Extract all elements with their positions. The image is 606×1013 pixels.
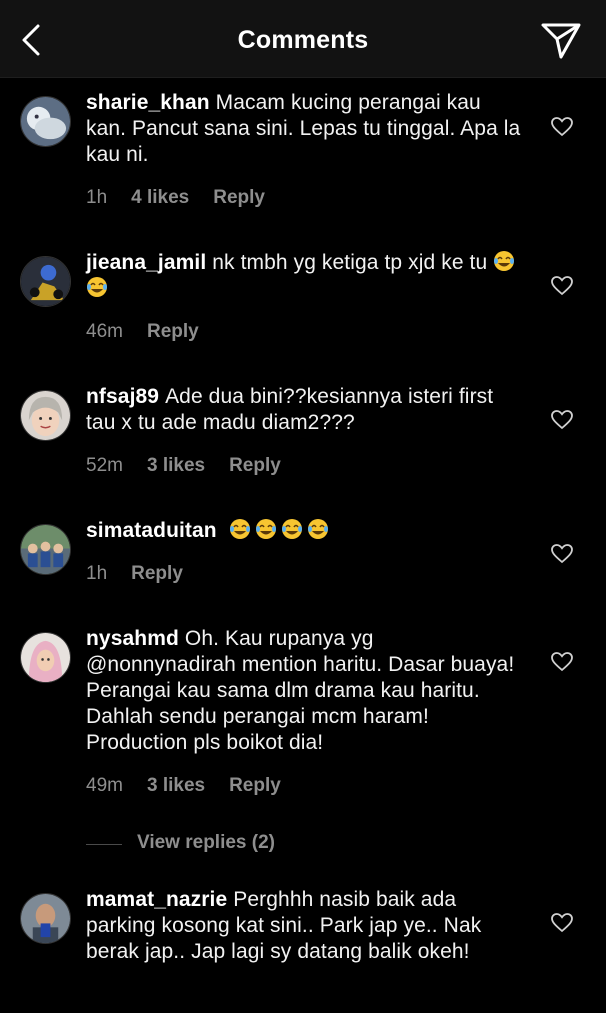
face-with-tears-of-joy-icon: [307, 519, 328, 539]
avatar[interactable]: [20, 524, 71, 575]
comment-meta: 49m 3 likes Reply: [86, 775, 305, 797]
face-with-tears-of-joy-icon: [494, 251, 515, 271]
timestamp: 49m: [86, 775, 123, 796]
page-title: Comments: [237, 26, 369, 54]
replies-divider: [86, 844, 122, 845]
reply-button[interactable]: Reply: [147, 321, 199, 342]
face-with-tears-of-joy-icon: [87, 277, 107, 297]
paper-plane-icon[interactable]: [540, 20, 582, 60]
face-with-tears-of-joy-icon: [229, 519, 250, 539]
comment-meta: 46m Reply: [86, 321, 223, 343]
reply-button[interactable]: Reply: [229, 775, 281, 796]
comment-text: mamat_nazrie Perghhh nasib baik ada parki…: [86, 887, 526, 965]
avatar[interactable]: [20, 390, 71, 441]
comment-text: nfsaj89 Ade dua bini??kesiannya isteri fi…: [86, 384, 526, 436]
timestamp: 46m: [86, 321, 123, 342]
timestamp: 1h: [86, 563, 108, 584]
avatar[interactable]: [20, 893, 71, 944]
username-link[interactable]: simataduitan: [86, 519, 217, 542]
comment-meta: 52m 3 likes Reply: [86, 455, 305, 477]
view-replies-label: View replies (2): [137, 832, 275, 853]
comment-body: nk tmbh yg ketiga tp xjd ke tu: [212, 251, 488, 274]
username-link[interactable]: jieana_jamil: [86, 251, 206, 274]
face-with-tears-of-joy-icon: [281, 519, 302, 539]
timestamp: 52m: [86, 455, 123, 476]
reply-button[interactable]: Reply: [213, 187, 265, 208]
top-bar: Comments: [0, 0, 606, 78]
heart-icon[interactable]: [551, 410, 573, 430]
username-link[interactable]: mamat_nazrie: [86, 888, 227, 911]
username-link[interactable]: sharie_khan: [86, 91, 210, 114]
likes-count[interactable]: 3 likes: [147, 775, 205, 796]
username-link[interactable]: nysahmd: [86, 627, 179, 650]
avatar[interactable]: [20, 632, 71, 683]
avatar[interactable]: [20, 96, 71, 147]
avatar[interactable]: [20, 256, 71, 307]
face-with-tears-of-joy-icon: [255, 519, 276, 539]
comment-text: sharie_khan Macam kucing perangai kau kan…: [86, 90, 526, 168]
username-link[interactable]: nfsaj89: [86, 385, 159, 408]
heart-icon[interactable]: [551, 117, 573, 137]
likes-count[interactable]: 3 likes: [147, 455, 205, 476]
heart-icon[interactable]: [551, 544, 573, 564]
timestamp: 1h: [86, 187, 108, 208]
heart-icon[interactable]: [551, 276, 573, 296]
comment-text: jieana_jamil nk tmbh yg ketiga tp xjd ke …: [86, 250, 526, 302]
view-replies-button[interactable]: View replies (2): [86, 832, 386, 858]
heart-icon[interactable]: [551, 913, 573, 933]
comment-meta: 1h Reply: [86, 563, 207, 585]
reply-button[interactable]: Reply: [131, 563, 183, 584]
comment-meta: 1h 4 likes Reply: [86, 187, 289, 209]
comment-text: nysahmd Oh. Kau rupanya yg @nonnynadirah …: [86, 626, 526, 756]
comment-text: simataduitan: [86, 518, 526, 544]
reply-button[interactable]: Reply: [229, 455, 281, 476]
likes-count[interactable]: 4 likes: [131, 187, 189, 208]
heart-icon[interactable]: [551, 652, 573, 672]
